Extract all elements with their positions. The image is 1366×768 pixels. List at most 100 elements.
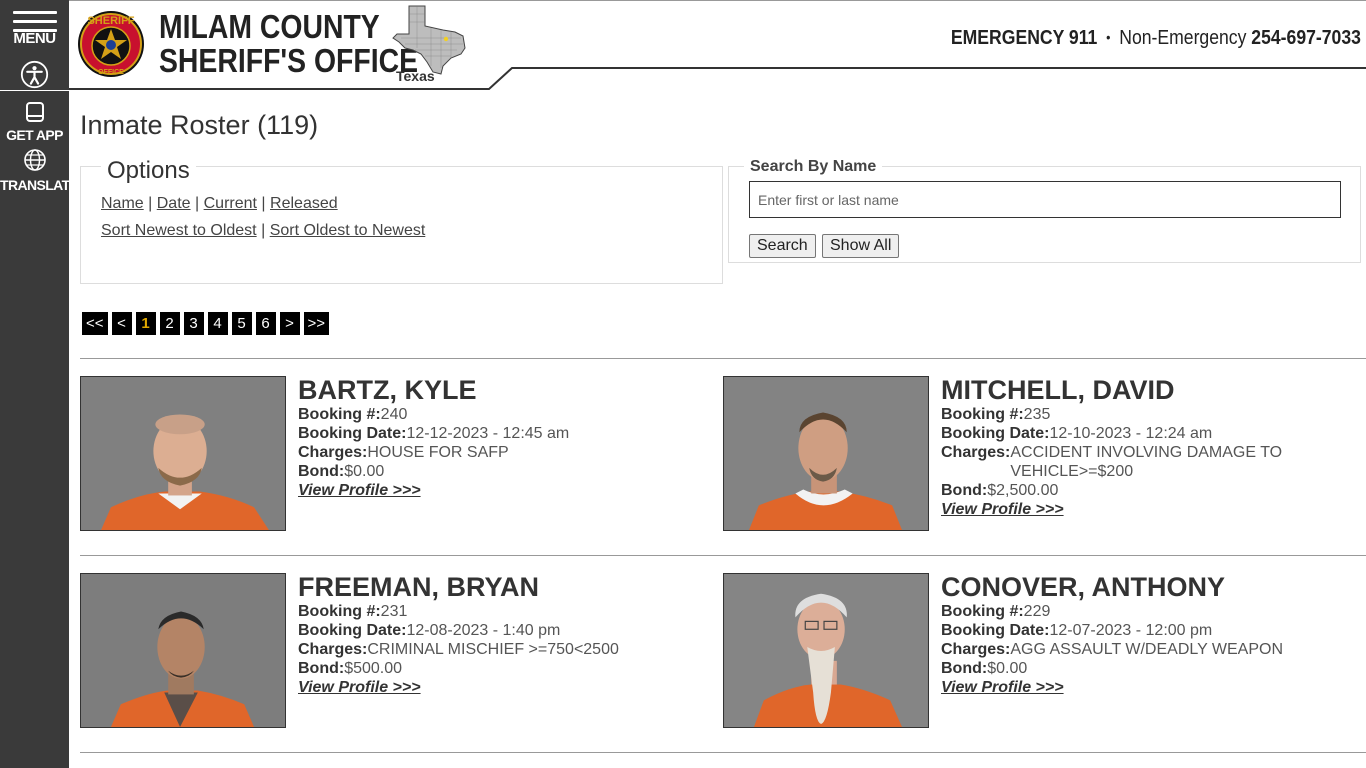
sort-by-name-link[interactable]: Name — [101, 195, 144, 212]
site-header: SHERIFF OFFICE MILAM COUNTY SHERIFF'S OF… — [69, 0, 1366, 90]
nonemergency-label: Non-Emergency — [1119, 27, 1247, 49]
view-profile-link[interactable]: View Profile >>> — [298, 678, 678, 697]
phone-icon — [25, 102, 44, 122]
page-6-button[interactable]: 6 — [255, 312, 276, 335]
bond-value: $0.00 — [987, 660, 1028, 677]
charges: Charges: HOUSE FOR SAFP — [298, 443, 678, 462]
booking-number-value: 231 — [380, 603, 408, 620]
link-divider: | — [148, 195, 153, 212]
booking-date-label: Booking Date: — [298, 622, 407, 639]
page-next-button[interactable]: > — [279, 312, 300, 335]
agency-name[interactable]: MILAM COUNTY SHERIFF'S OFFICE — [159, 10, 418, 78]
charges: Charges: AGG ASSAULT W/DEADLY WEAPON — [941, 640, 1321, 659]
texas-label: Texas — [396, 68, 435, 84]
booking-date: Booking Date:12-10-2023 - 12:24 am — [941, 424, 1321, 443]
inmate-photo[interactable] — [80, 573, 286, 728]
view-profile-link[interactable]: View Profile >>> — [298, 481, 678, 500]
inmate-name: BARTZ, KYLE — [298, 375, 477, 405]
booking-number-value: 240 — [380, 406, 408, 423]
view-profile-link[interactable]: View Profile >>> — [941, 500, 1321, 519]
show-all-button[interactable]: Show All — [822, 234, 900, 258]
charges-value: HOUSE FOR SAFP — [367, 444, 509, 461]
booking-number-label: Booking #: — [298, 406, 381, 423]
page-4-button[interactable]: 4 — [207, 312, 228, 335]
booking-number: Booking #:229 — [941, 602, 1321, 621]
nonemergency-phone[interactable]: 254-697-7033 — [1251, 27, 1361, 49]
translate-button[interactable]: TRANSLATE — [0, 148, 79, 193]
search-button[interactable]: Search — [749, 234, 816, 258]
booking-number-label: Booking #: — [298, 603, 381, 620]
row-divider — [80, 555, 1366, 556]
get-app-label: GET APP — [6, 127, 63, 143]
booking-date-value: 12-07-2023 - 12:00 pm — [1049, 622, 1213, 639]
page-5-button[interactable]: 5 — [231, 312, 252, 335]
charges-value: ACCIDENT INVOLVING DAMAGE TO VEHICLE>=$2… — [1010, 444, 1283, 480]
globe-icon — [23, 149, 46, 171]
charges: Charges: CRIMINAL MISCHIEF >=750<2500 — [298, 640, 678, 659]
inmate-info: BARTZ, KYLE Booking #:240 Booking Date:1… — [298, 375, 678, 500]
bond-label: Bond: — [298, 463, 345, 480]
search-legend: Search By Name — [744, 158, 883, 176]
booking-date: Booking Date:12-12-2023 - 12:45 am — [298, 424, 678, 443]
agency-line-2: SHERIFF'S OFFICE — [159, 42, 419, 79]
booking-date-label: Booking Date: — [298, 425, 407, 442]
search-name-input[interactable] — [749, 181, 1341, 218]
booking-number: Booking #:240 — [298, 405, 678, 424]
page-first-button[interactable]: << — [82, 312, 108, 335]
charges: Charges: ACCIDENT INVOLVING DAMAGE TO VEH… — [941, 443, 1321, 481]
charges-label: Charges: — [941, 641, 1011, 658]
inmate-card: BARTZ, KYLE Booking #:240 Booking Date:1… — [80, 375, 680, 531]
inmate-photo[interactable] — [723, 573, 929, 728]
booking-date-value: 12-12-2023 - 12:45 am — [406, 425, 570, 442]
booking-date-value: 12-10-2023 - 12:24 am — [1049, 425, 1213, 442]
page-2-button[interactable]: 2 — [159, 312, 180, 335]
inmate-name: CONOVER, ANTHONY — [941, 572, 1226, 602]
view-profile-link[interactable]: View Profile >>> — [941, 678, 1321, 697]
bond-label: Bond: — [941, 660, 988, 677]
contact-info: EMERGENCY 911 • Non-Emergency 254-697-7033 — [951, 27, 1361, 50]
page-3-button[interactable]: 3 — [183, 312, 204, 335]
bond-value: $500.00 — [344, 660, 403, 677]
bond: Bond:$0.00 — [941, 659, 1321, 678]
booking-number-label: Booking #: — [941, 603, 1024, 620]
inmate-card: MITCHELL, DAVID Booking #:235 Booking Da… — [723, 375, 1323, 531]
booking-date: Booking Date:12-07-2023 - 12:00 pm — [941, 621, 1321, 640]
texas-map-icon — [392, 5, 466, 75]
inmate-photo[interactable] — [723, 376, 929, 531]
page-1-button[interactable]: 1 — [135, 312, 156, 335]
filter-current-link[interactable]: Current — [204, 195, 257, 212]
booking-number-label: Booking #: — [941, 406, 1024, 423]
accessibility-icon[interactable] — [20, 60, 49, 89]
charges-value: AGG ASSAULT W/DEADLY WEAPON — [1010, 641, 1284, 658]
sidebar: MENU GET APP TRANSLATE — [0, 0, 79, 768]
sheriff-badge-logo[interactable]: SHERIFF OFFICE — [77, 8, 145, 80]
inmate-card: FREEMAN, BRYAN Booking #:231 Booking Dat… — [80, 572, 680, 728]
badge-top-text: SHERIFF — [87, 15, 134, 27]
get-app-button[interactable]: GET APP — [0, 102, 69, 143]
row-divider — [80, 752, 1366, 753]
page-prev-button[interactable]: < — [111, 312, 132, 335]
inmate-name: FREEMAN, BRYAN — [298, 572, 540, 602]
filter-released-link[interactable]: Released — [270, 195, 338, 212]
row-divider — [80, 358, 1366, 359]
page-last-button[interactable]: >> — [303, 312, 330, 335]
sidebar-divider — [0, 90, 69, 91]
options-legend: Options — [101, 157, 196, 185]
sort-oldest-link[interactable]: Sort Oldest to Newest — [270, 222, 426, 239]
bond-label: Bond: — [298, 660, 345, 677]
booking-date-value: 12-08-2023 - 1:40 pm — [406, 622, 561, 639]
sort-newest-link[interactable]: Sort Newest to Oldest — [101, 222, 257, 239]
booking-date-label: Booking Date: — [941, 425, 1050, 442]
inmate-name: MITCHELL, DAVID — [941, 375, 1175, 405]
search-panel: Search By Name Search Show All — [728, 158, 1361, 263]
link-divider: | — [261, 195, 266, 212]
inmate-photo[interactable] — [80, 376, 286, 531]
bond-label: Bond: — [941, 482, 988, 499]
inmate-card: CONOVER, ANTHONY Booking #:229 Booking D… — [723, 572, 1323, 728]
charges-label: Charges: — [941, 444, 1011, 461]
booking-number: Booking #:231 — [298, 602, 678, 621]
sort-by-date-link[interactable]: Date — [157, 195, 191, 212]
bond-value: $0.00 — [344, 463, 385, 480]
booking-date: Booking Date:12-08-2023 - 1:40 pm — [298, 621, 678, 640]
booking-number-value: 235 — [1023, 406, 1051, 423]
